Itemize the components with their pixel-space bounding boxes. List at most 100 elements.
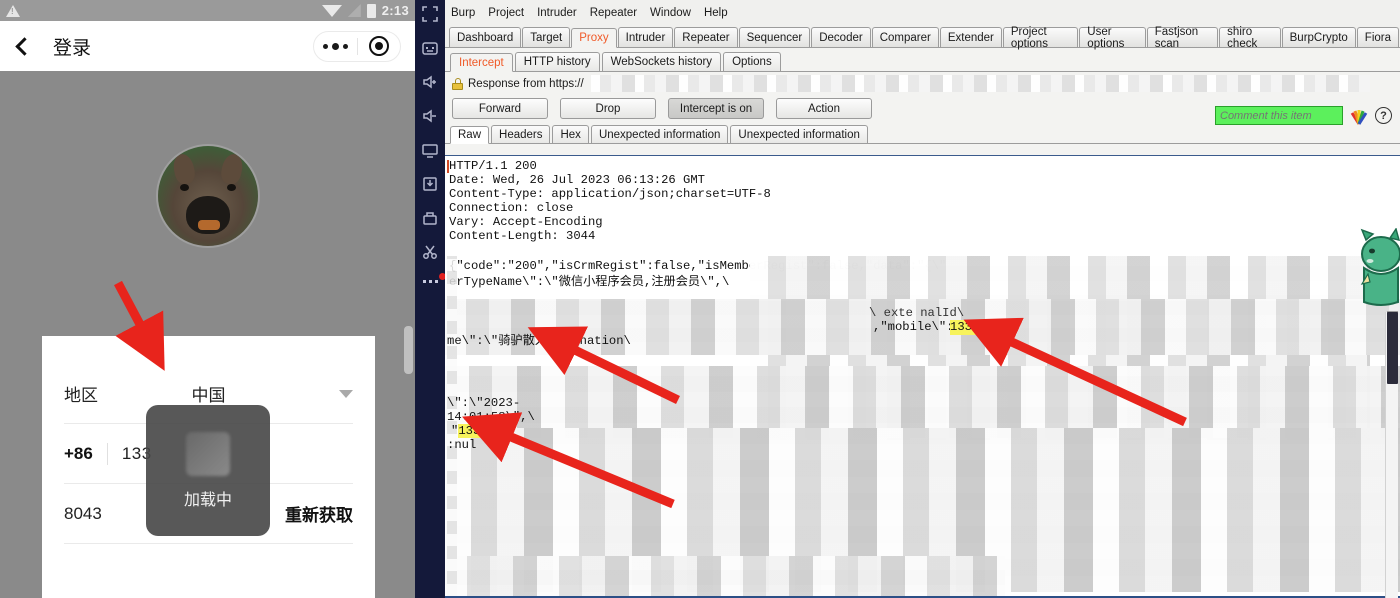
region-label: 地区 [64, 386, 98, 405]
response-scrollbar[interactable] [1385, 311, 1398, 598]
intercept-toggle-button[interactable]: Intercept is on [668, 98, 764, 119]
fragment-mobile-value: 1331 [950, 320, 980, 335]
keyboard-icon[interactable] [420, 38, 440, 58]
volume-up-icon[interactable] [420, 72, 440, 92]
lock-icon [452, 77, 463, 90]
emulator-side-toolbar [415, 0, 446, 598]
phone-divider [106, 442, 108, 465]
scrollbar-thumb[interactable] [1387, 312, 1398, 384]
rainbow-fan-icon[interactable] [1349, 107, 1369, 125]
response-source-label: Response from https:// [468, 77, 584, 90]
spinner-icon [186, 431, 230, 476]
subtab-options[interactable]: Options [723, 52, 781, 71]
redaction-mosaic-4 [445, 428, 1400, 592]
tab-target[interactable]: Target [522, 27, 571, 47]
warning-icon [6, 4, 20, 17]
fragment-date-2: 14:01:58\",\ [447, 410, 535, 424]
subtab-http-history[interactable]: HTTP history [514, 52, 600, 71]
fragment-date-1: \":\"2023- [447, 396, 521, 410]
tab-project-options[interactable]: Project options [1002, 26, 1079, 50]
battery-icon [366, 3, 376, 18]
avatar [158, 146, 258, 246]
response-header-vary: Vary: Accept-Encoding [449, 215, 603, 229]
subtab-websockets-history[interactable]: WebSockets history [601, 52, 722, 71]
status-clock: 2:13 [381, 3, 409, 18]
comment-input[interactable] [1215, 106, 1343, 125]
menu-item-burp[interactable]: Burp [451, 7, 475, 19]
viewtab-unexpected-1[interactable]: Unexpected information [590, 125, 729, 143]
proxy-sub-tab-bar: Intercept HTTP history WebSockets histor… [445, 48, 1400, 72]
verify-code-input[interactable]: 8043 [64, 504, 102, 524]
loading-toast: 加载中 [146, 405, 270, 536]
tab-user-options[interactable]: User options [1079, 26, 1146, 50]
screenshot-icon[interactable] [420, 208, 440, 228]
screenshot-root: 2:13 登录 地区 中国 [0, 0, 1400, 598]
tab-extender[interactable]: Extender [939, 27, 1002, 47]
redaction-mosaic-3 [445, 366, 1400, 438]
menu-item-intruder[interactable]: Intruder [537, 7, 577, 19]
chevron-left-icon[interactable] [15, 36, 34, 56]
viewtab-unexpected-2[interactable]: Unexpected information [730, 125, 868, 143]
more-dots-icon[interactable] [314, 42, 357, 50]
tab-fastjson-scan[interactable]: Fastjson scan [1146, 26, 1219, 50]
comment-area: ? [1215, 106, 1392, 125]
tab-comparer[interactable]: Comparer [871, 27, 939, 47]
miniprogram-navbar: 登录 [0, 21, 415, 71]
region-value: 中国 [191, 386, 226, 405]
phone-scrollbar[interactable] [404, 326, 413, 374]
tab-decoder[interactable]: Decoder [811, 27, 871, 47]
menu-item-project[interactable]: Project [488, 7, 524, 19]
drop-button[interactable]: Drop [560, 98, 656, 119]
viewtab-hex[interactable]: Hex [552, 125, 589, 143]
forward-button[interactable]: Forward [452, 98, 548, 119]
response-header-content-length: Content-Length: 3044 [449, 229, 596, 243]
wechat-capsule-button[interactable] [313, 30, 401, 62]
viewtab-raw[interactable]: Raw [450, 126, 490, 144]
fragment-null: :nul [447, 438, 477, 452]
response-header-connection: Connection: close [449, 201, 574, 215]
apk-install-icon[interactable] [420, 174, 440, 194]
menu-item-repeater[interactable]: Repeater [590, 7, 637, 19]
fullscreen-icon[interactable] [420, 4, 440, 24]
chevron-down-icon[interactable] [339, 389, 353, 398]
subtab-intercept[interactable]: Intercept [450, 53, 513, 72]
scissors-icon[interactable] [420, 242, 440, 262]
response-header-date: Date: Wed, 26 Jul 2023 06:13:26 GMT [449, 173, 705, 187]
more-dots-icon[interactable] [422, 273, 446, 283]
tab-burpcrypto[interactable]: BurpCrypto [1281, 27, 1356, 47]
target-circle-icon[interactable] [358, 36, 401, 56]
page-title: 登录 [53, 37, 92, 59]
tab-dashboard[interactable]: Dashboard [449, 27, 522, 47]
tab-sequencer[interactable]: Sequencer [738, 27, 811, 47]
tab-fiora[interactable]: Fiora [1356, 27, 1399, 47]
tab-shiro-check[interactable]: shiro check [1219, 26, 1281, 50]
response-source-line: Response from https:// [445, 72, 1400, 95]
main-tab-bar: Dashboard Target Proxy Intruder Repeater… [445, 25, 1400, 50]
response-editor[interactable]: HTTP/1.1 200 Date: Wed, 26 Jul 2023 06:1… [445, 155, 1400, 598]
green-dino-mascot [1360, 227, 1400, 308]
fragment-nickname: me\":\"骑驴散人\ [447, 334, 555, 348]
tab-proxy[interactable]: Proxy [571, 28, 617, 48]
fragment-mobile-value-2: 1331 [458, 424, 488, 438]
response-status-line: HTTP/1.1 200 [449, 159, 537, 173]
android-status-bar: 2:13 [0, 0, 415, 21]
redacted-url [590, 75, 1370, 92]
tab-repeater[interactable]: Repeater [674, 27, 738, 47]
menu-item-help[interactable]: Help [704, 7, 728, 19]
volume-down-icon[interactable] [420, 106, 440, 126]
viewtab-headers[interactable]: Headers [491, 125, 551, 143]
resend-code-button[interactable]: 重新获取 [285, 501, 353, 526]
loading-toast-label: 加载中 [183, 491, 232, 509]
help-circle-icon[interactable]: ? [1375, 107, 1392, 124]
login-page-body: 地区 中国 +86 133 8043 重新获取 立即登录 加载中 [0, 71, 415, 598]
burp-suite-window: Burp Project Intruder Repeater Window He… [445, 0, 1400, 598]
screen-icon[interactable] [420, 140, 440, 160]
response-header-content-type: Content-Type: application/json;charset=U… [449, 187, 771, 201]
android-emulator-screen: 2:13 登录 地区 中国 [0, 0, 415, 598]
response-body-line-1: {"code":"200","isCrmRegist":false,"isMem… [449, 259, 947, 273]
fragment-nation: \ nation\ [565, 334, 631, 348]
action-button[interactable]: Action [776, 98, 872, 119]
tab-intruder[interactable]: Intruder [617, 27, 674, 47]
response-view-tab-bar: Raw Headers Hex Unexpected information U… [445, 122, 1400, 144]
menu-item-window[interactable]: Window [650, 7, 691, 19]
